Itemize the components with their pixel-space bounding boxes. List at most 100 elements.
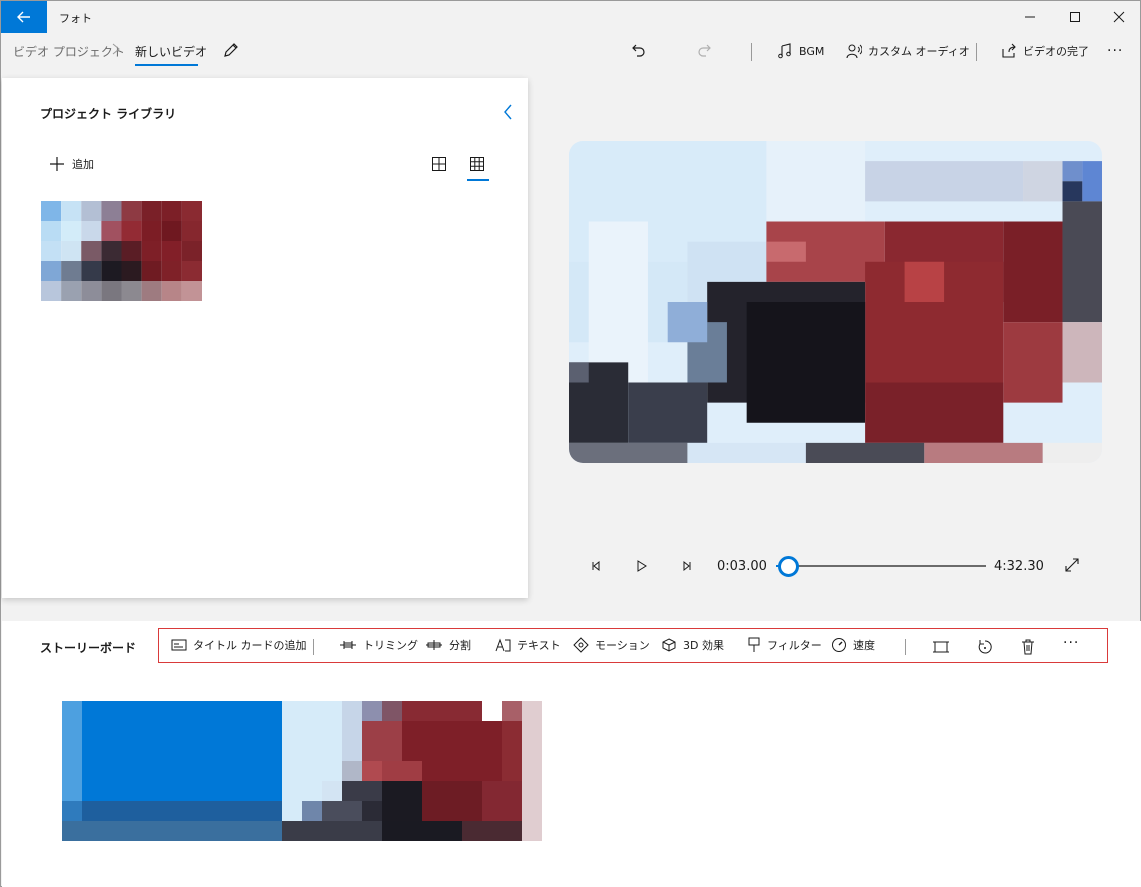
preview-frame-image bbox=[569, 141, 1102, 463]
maximize-icon bbox=[1070, 12, 1080, 22]
breadcrumb-underline bbox=[135, 64, 198, 66]
chevron-right-icon bbox=[112, 43, 120, 55]
trim-label: トリミング bbox=[363, 639, 418, 652]
header-divider bbox=[976, 43, 977, 61]
bgm-label: BGM bbox=[799, 44, 825, 58]
person-audio-icon bbox=[846, 44, 862, 59]
resize-frame-icon bbox=[933, 641, 949, 653]
finish-video-button[interactable]: ビデオの完了 bbox=[1001, 39, 1089, 63]
motion-button[interactable]: モーション bbox=[573, 637, 650, 653]
3d-effects-icon bbox=[662, 638, 676, 652]
finish-video-label: ビデオの完了 bbox=[1023, 45, 1089, 58]
header-divider bbox=[751, 43, 752, 61]
total-time: 4:32.30 bbox=[994, 559, 1044, 574]
storyboard-toolbar: タイトル カードの追加 トリミング 分割 テキスト モーション 3D 効果 フィ… bbox=[158, 628, 1108, 663]
trim-icon bbox=[340, 641, 356, 649]
rename-button[interactable] bbox=[222, 41, 240, 59]
3d-effects-button[interactable]: 3D 効果 bbox=[661, 637, 724, 653]
back-button[interactable] bbox=[1, 1, 47, 33]
view-selected-indicator bbox=[467, 179, 489, 181]
bgm-button[interactable]: BGM bbox=[777, 39, 824, 63]
close-button[interactable] bbox=[1096, 1, 1141, 33]
storyboard-panel: ストーリーボード タイトル カードの追加 トリミング 分割 テキスト モーション… bbox=[2, 621, 1141, 887]
undo-button[interactable] bbox=[631, 39, 647, 63]
add-media-button[interactable]: 追加 bbox=[50, 156, 94, 172]
app-title: フォト bbox=[59, 12, 92, 25]
add-title-card-button[interactable]: タイトル カードの追加 bbox=[171, 637, 307, 653]
more-icon: ··· bbox=[1063, 635, 1080, 651]
breadcrumb-parent[interactable]: ビデオ プロジェクト bbox=[13, 43, 125, 60]
more-options-button[interactable]: ··· bbox=[1107, 39, 1123, 63]
minimize-icon bbox=[1025, 16, 1035, 18]
media-thumbnail[interactable] bbox=[41, 201, 202, 301]
speed-button[interactable]: 速度 bbox=[831, 637, 875, 653]
small-grid-view-button[interactable] bbox=[469, 156, 487, 174]
rotate-icon bbox=[978, 640, 992, 654]
rotate-button[interactable] bbox=[976, 638, 994, 656]
play-icon bbox=[637, 560, 647, 572]
expand-icon bbox=[1065, 558, 1079, 572]
filter-button[interactable]: フィルター bbox=[747, 637, 822, 653]
redo-icon bbox=[698, 44, 711, 57]
add-title-card-label: タイトル カードの追加 bbox=[193, 639, 307, 652]
previous-frame-button[interactable] bbox=[588, 557, 606, 575]
breadcrumb-current: 新しいビデオ bbox=[135, 45, 208, 59]
trash-icon bbox=[1022, 639, 1034, 655]
undo-icon bbox=[632, 44, 645, 57]
clip-thumbnail-image bbox=[62, 701, 752, 841]
split-label: 分割 bbox=[449, 639, 471, 652]
add-media-label: 追加 bbox=[72, 158, 94, 171]
library-title: プロジェクト ライブラリ bbox=[40, 107, 177, 121]
remove-black-bars-button[interactable] bbox=[932, 638, 950, 656]
motion-label: モーション bbox=[595, 639, 650, 652]
filter-label: フィルター bbox=[767, 639, 822, 652]
text-label: テキスト bbox=[517, 639, 561, 652]
toolbar-divider bbox=[313, 639, 314, 655]
next-frame-button[interactable] bbox=[678, 557, 696, 575]
project-library-panel: プロジェクト ライブラリ 追加 bbox=[2, 78, 528, 598]
storyboard-title: ストーリーボード bbox=[40, 641, 137, 655]
pencil-icon bbox=[224, 43, 238, 57]
more-icon: ··· bbox=[1107, 43, 1124, 59]
trim-button[interactable]: トリミング bbox=[339, 637, 418, 653]
seek-track[interactable] bbox=[776, 565, 986, 567]
motion-icon bbox=[573, 637, 589, 653]
split-icon bbox=[426, 640, 442, 650]
music-note-icon bbox=[778, 43, 791, 59]
grid-large-icon bbox=[432, 157, 446, 171]
speed-label: 速度 bbox=[853, 639, 875, 652]
custom-audio-button[interactable]: カスタム オーディオ bbox=[846, 39, 970, 63]
share-export-icon bbox=[1002, 43, 1016, 58]
grid-small-icon bbox=[470, 157, 484, 171]
split-button[interactable]: 分割 bbox=[425, 637, 471, 653]
step-back-icon bbox=[592, 560, 600, 572]
current-time: 0:03.00 bbox=[717, 559, 767, 574]
redo-button[interactable] bbox=[696, 39, 712, 63]
speed-gauge-icon bbox=[832, 638, 846, 652]
back-arrow-icon bbox=[17, 11, 30, 23]
seek-slider-thumb[interactable] bbox=[778, 556, 800, 577]
storyboard-clip[interactable] bbox=[62, 701, 752, 841]
photos-window: フォト ビデオ プロジェクト 新しいビデオ BGM カスタム オーディオ ビデオ… bbox=[0, 0, 1141, 887]
breadcrumb-separator bbox=[111, 42, 121, 56]
minimize-button[interactable] bbox=[1007, 1, 1053, 33]
large-grid-view-button[interactable] bbox=[431, 156, 449, 174]
filter-brush-icon bbox=[748, 637, 760, 652]
3d-effects-label: 3D 効果 bbox=[683, 639, 724, 652]
toolbar-divider bbox=[905, 639, 906, 655]
collapse-library-button[interactable] bbox=[500, 102, 516, 122]
toolbar-more-button[interactable]: ··· bbox=[1063, 635, 1079, 651]
text-button[interactable]: テキスト bbox=[495, 637, 561, 653]
text-icon bbox=[495, 638, 511, 652]
close-icon bbox=[1113, 11, 1125, 23]
plus-icon bbox=[50, 157, 64, 171]
video-preview[interactable] bbox=[569, 141, 1102, 463]
thumbnail-image bbox=[41, 201, 202, 301]
custom-audio-label: カスタム オーディオ bbox=[868, 45, 970, 58]
play-button[interactable] bbox=[633, 557, 651, 575]
maximize-button[interactable] bbox=[1052, 1, 1098, 33]
title-card-icon bbox=[171, 639, 187, 651]
fullscreen-button[interactable] bbox=[1064, 557, 1080, 573]
delete-button[interactable] bbox=[1019, 638, 1037, 656]
step-forward-icon bbox=[683, 560, 691, 572]
